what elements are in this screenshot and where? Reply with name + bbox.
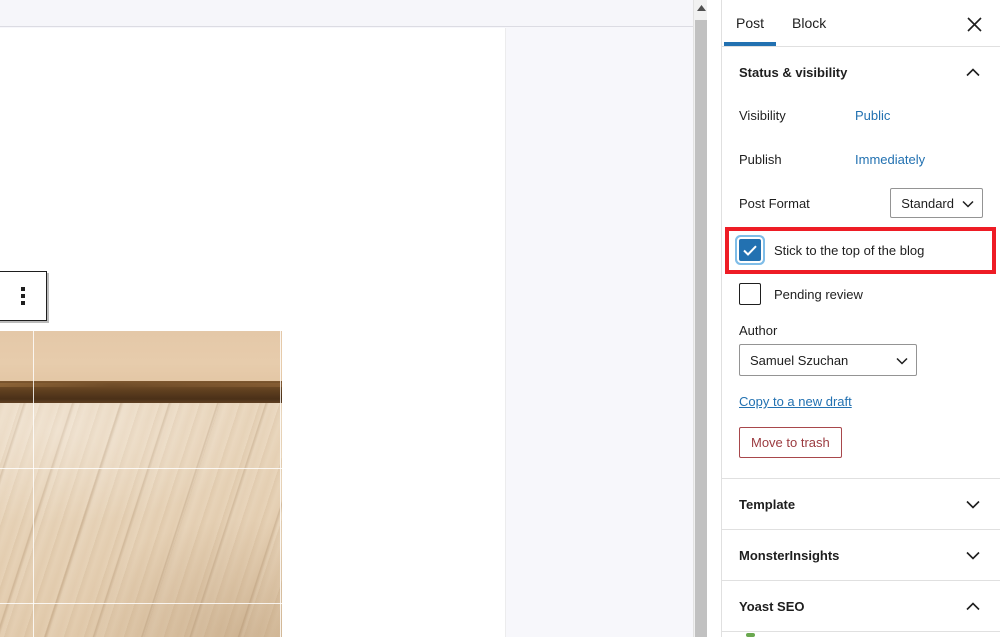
pending-review-checkbox[interactable]: [739, 283, 761, 305]
scroll-up-arrow-icon[interactable]: [694, 0, 707, 16]
panel-template-header[interactable]: Template: [722, 479, 1000, 529]
panel-yoast-seo-header[interactable]: Yoast SEO: [722, 581, 1000, 631]
pending-review-row[interactable]: Pending review: [739, 277, 983, 311]
panel-status-visibility-header[interactable]: Status & visibility: [722, 47, 1000, 97]
author-value: Samuel Szuchan: [750, 352, 849, 368]
settings-sidebar: Post Block Status & visibility Visibilit…: [721, 0, 1000, 637]
image-block[interactable]: [0, 331, 282, 637]
row-visibility: Visibility Public: [739, 97, 983, 133]
panel-yoast-seo: Yoast SEO: [722, 581, 1000, 632]
tab-block-label: Block: [792, 15, 827, 31]
post-format-label: Post Format: [739, 195, 810, 211]
panel-status-visibility: Status & visibility Visibility Public Pu…: [722, 47, 1000, 479]
post-format-value: Standard: [901, 195, 954, 211]
vertical-dots-icon: [20, 287, 25, 305]
panel-monsterinsights: MonsterInsights: [722, 530, 1000, 581]
sidebar-tabs: Post Block: [722, 0, 1000, 47]
floor-area: [0, 403, 282, 637]
chevron-up-icon: [963, 62, 983, 82]
pending-review-label: Pending review: [774, 286, 863, 302]
post-format-select[interactable]: Standard: [890, 188, 983, 218]
tab-post-label: Post: [736, 15, 765, 31]
close-icon[interactable]: [960, 10, 988, 38]
panel-monsterinsights-title: MonsterInsights: [739, 547, 840, 563]
editor-region: [0, 0, 707, 637]
publish-value-button[interactable]: Immediately: [855, 152, 925, 167]
chevron-down-icon: [962, 196, 974, 211]
publish-label: Publish: [739, 151, 782, 167]
editor-topbar: [0, 0, 707, 27]
sticky-checkbox[interactable]: [739, 239, 761, 261]
app-root: Post Block Status & visibility Visibilit…: [0, 0, 1000, 637]
sticky-checkbox-row[interactable]: Stick to the top of the blog: [739, 233, 983, 267]
sticky-checkbox-label: Stick to the top of the blog: [774, 242, 925, 258]
scrollbar-thumb[interactable]: [695, 20, 707, 637]
author-label: Author: [739, 323, 778, 338]
chevron-down-icon: [963, 545, 983, 565]
editor-scrollbar[interactable]: [693, 0, 707, 637]
wall-area: [0, 331, 282, 385]
panel-template-title: Template: [739, 496, 796, 512]
baseboard-area: [0, 381, 282, 405]
chevron-down-icon: [896, 353, 908, 368]
tab-post[interactable]: Post: [722, 0, 778, 46]
panel-yoast-seo-title: Yoast SEO: [739, 598, 805, 614]
panel-status-visibility-title: Status & visibility: [739, 64, 848, 80]
panel-monsterinsights-header[interactable]: MonsterInsights: [722, 530, 1000, 580]
panel-status-visibility-body: Visibility Public Publish Immediately Po…: [722, 97, 1000, 478]
tab-block[interactable]: Block: [778, 0, 840, 46]
row-publish: Publish Immediately: [739, 141, 983, 177]
row-post-format: Post Format Standard: [739, 185, 983, 221]
floor-photo: [0, 331, 282, 637]
copy-to-new-draft-link[interactable]: Copy to a new draft: [739, 394, 852, 409]
chevron-up-icon: [963, 596, 983, 616]
editor-canvas[interactable]: [0, 28, 506, 637]
chevron-down-icon: [963, 494, 983, 514]
visibility-value-button[interactable]: Public: [855, 108, 890, 123]
panel-template: Template: [722, 479, 1000, 530]
block-options-button[interactable]: [0, 271, 47, 321]
visibility-label: Visibility: [739, 107, 786, 123]
seo-status-indicator-icon: [746, 633, 755, 637]
author-select[interactable]: Samuel Szuchan: [739, 344, 917, 376]
move-to-trash-button[interactable]: Move to trash: [739, 427, 842, 458]
